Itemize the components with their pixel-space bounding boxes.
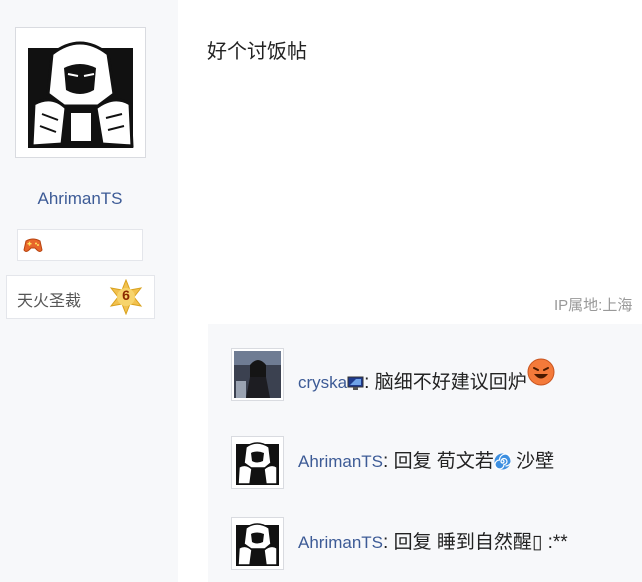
reply-separator: : <box>364 372 370 393</box>
reply-line: AhrimanTS: 回复 睡到自然醒▯ :** <box>298 527 568 554</box>
author-sidebar: AhrimanTS 天火圣裁 6 <box>0 0 178 582</box>
reply-separator: : <box>383 451 389 472</box>
author-name-link[interactable]: AhrimanTS <box>0 189 160 209</box>
masked-armored-figure-avatar <box>234 439 281 486</box>
photo-avatar <box>234 351 281 398</box>
reply-text: 回复 睡到自然醒▯ :** <box>393 532 568 553</box>
reply-item: AhrimanTS: 回复 荀文若 沙壁 <box>231 436 641 490</box>
laughing-face-emoji <box>527 358 555 386</box>
reply-avatar[interactable] <box>231 348 284 401</box>
reply-separator: : <box>383 532 389 553</box>
post-content: 好个讨饭帖 <box>207 41 307 63</box>
author-badge-slot <box>17 229 143 261</box>
reply-item: cryska: 脑细不好建议回炉 <box>231 348 641 402</box>
author-rank-badge: 天火圣裁 6 <box>6 275 155 319</box>
masked-armored-figure-avatar <box>234 520 281 567</box>
reply-author-link[interactable]: cryska <box>298 373 347 392</box>
reply-list: cryska: 脑细不好建议回炉 AhrimanTS: 回复 荀文若 沙壁 Ah… <box>208 324 642 582</box>
reply-author-link[interactable]: AhrimanTS <box>298 533 383 552</box>
ip-location: IP属地:上海 <box>554 297 633 314</box>
reply-item: AhrimanTS: 回复 睡到自然醒▯ :** <box>231 517 641 571</box>
rank-level: 6 <box>122 287 130 303</box>
monitor-icon <box>347 376 364 390</box>
reply-text-before: 回复 荀文若 <box>393 451 494 472</box>
spiral-icon <box>494 453 511 470</box>
reply-line: cryska: 脑细不好建议回炉 <box>298 358 555 394</box>
author-avatar[interactable] <box>15 27 146 158</box>
reply-author-link[interactable]: AhrimanTS <box>298 452 383 471</box>
reply-line: AhrimanTS: 回复 荀文若 沙壁 <box>298 446 554 473</box>
gamepad-icon[interactable] <box>23 236 43 254</box>
reply-text-after: 沙壁 <box>510 451 555 472</box>
reply-text: 脑细不好建议回炉 <box>374 372 527 393</box>
reply-avatar[interactable] <box>231 517 284 570</box>
reply-avatar[interactable] <box>231 436 284 489</box>
rank-title: 天火圣裁 <box>17 291 82 310</box>
masked-armored-figure-avatar <box>22 34 139 151</box>
